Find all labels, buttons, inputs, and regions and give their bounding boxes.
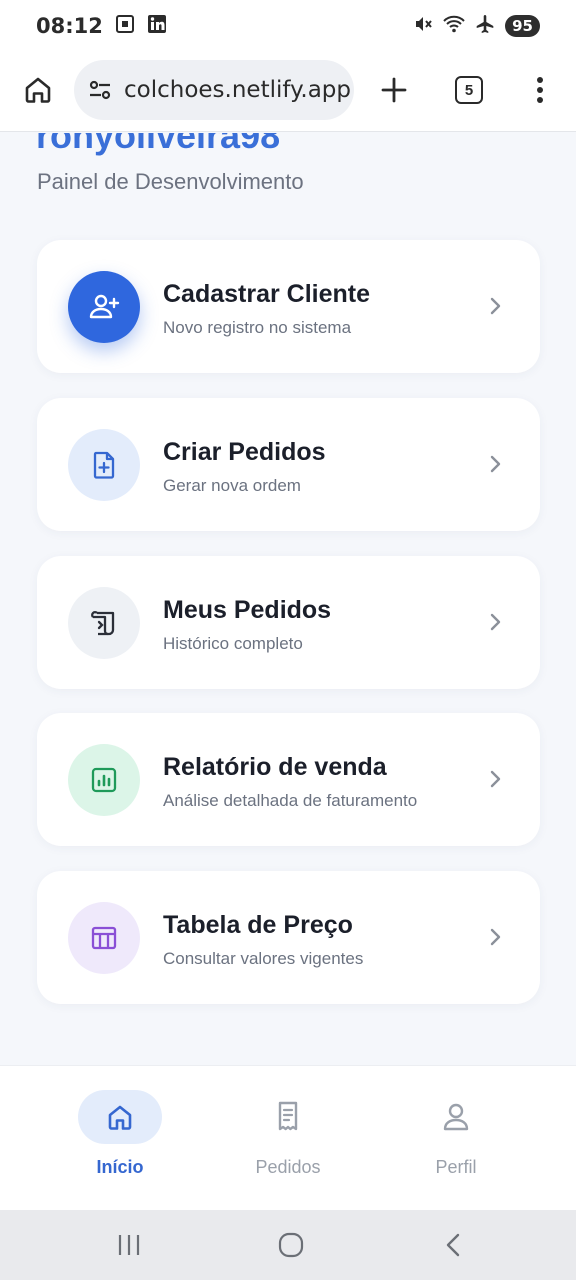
card-subtitle: Novo registro no sistema [163, 318, 352, 337]
status-time: 08:12 [36, 14, 103, 38]
card-title: Relatório de venda [163, 753, 387, 781]
battery-badge: 95 [505, 15, 540, 37]
card-subtitle: Análise detalhada de faturamento [163, 791, 418, 810]
card-meus-pedidos[interactable]: Meus Pedidos Histórico completo [37, 556, 540, 689]
receipt-icon [246, 1090, 330, 1144]
chevron-right-icon [487, 610, 503, 634]
chevron-right-icon [487, 925, 503, 949]
card-title: Meus Pedidos [163, 596, 332, 624]
scroll-icon [68, 587, 140, 659]
airplane-icon [475, 14, 495, 39]
home-icon [25, 77, 51, 103]
file-plus-icon [68, 429, 140, 501]
username-heading: ronyoliveira98 [36, 133, 281, 156]
card-tabela-de-preco[interactable]: Tabela de Preço Consultar valores vigent… [37, 871, 540, 1004]
system-back-button[interactable] [444, 1232, 462, 1263]
status-left: 08:12 [36, 14, 167, 39]
system-navigation-bar [0, 1210, 576, 1280]
table-icon [68, 902, 140, 974]
page-subtitle: Painel de Desenvolvimento [37, 169, 304, 194]
back-chevron-icon [446, 1233, 460, 1257]
card-criar-pedidos[interactable]: Criar Pedidos Gerar nova ordem [37, 398, 540, 531]
nav-item-perfil[interactable]: Perfil [396, 1090, 516, 1190]
address-bar[interactable]: colchoes.netlify.app [74, 60, 354, 120]
wifi-icon [443, 14, 465, 39]
chevron-right-icon [487, 767, 503, 791]
user-icon [414, 1090, 498, 1144]
recent-apps-icon [118, 1235, 140, 1255]
more-vert-icon [537, 77, 543, 103]
card-subtitle: Histórico completo [163, 634, 303, 653]
card-subtitle: Gerar nova ordem [163, 476, 301, 495]
bottom-navigation: Início Pedidos Perfil [0, 1065, 576, 1210]
nav-item-inicio[interactable]: Início [60, 1090, 180, 1190]
plus-icon [381, 77, 407, 103]
url-text: colchoes.netlify.app [124, 77, 352, 103]
system-home-button[interactable] [278, 1232, 304, 1263]
nav-label: Início [96, 1157, 144, 1177]
card-relatorio-de-venda[interactable]: Relatório de venda Análise detalhada de … [37, 713, 540, 846]
status-right: 95 [413, 14, 540, 39]
card-title: Cadastrar Cliente [163, 280, 371, 308]
tab-switcher-button[interactable]: 5 [455, 76, 483, 104]
nav-label: Pedidos [255, 1157, 321, 1177]
nav-label: Perfil [435, 1157, 477, 1177]
browser-menu-button[interactable] [528, 70, 552, 110]
card-title: Tabela de Preço [163, 911, 353, 939]
bar-chart-icon [68, 744, 140, 816]
screenshot-icon [115, 14, 135, 39]
browser-home-button[interactable] [18, 70, 58, 110]
chevron-right-icon [487, 452, 503, 476]
nav-item-pedidos[interactable]: Pedidos [228, 1090, 348, 1190]
site-settings-icon[interactable] [86, 76, 114, 104]
circle-home-icon [278, 1232, 304, 1258]
linkedin-icon [147, 14, 167, 39]
mute-icon [413, 14, 433, 39]
card-title: Criar Pedidos [163, 438, 326, 466]
recent-apps-button[interactable] [116, 1233, 142, 1262]
main-content[interactable]: ronyoliveira98 Painel de Desenvolvimento… [0, 133, 576, 1065]
new-tab-button[interactable] [374, 70, 414, 110]
user-plus-icon [68, 271, 140, 343]
status-bar: 08:12 95 [0, 0, 576, 52]
chevron-right-icon [487, 294, 503, 318]
home-icon [78, 1090, 162, 1144]
card-cadastrar-cliente[interactable]: Cadastrar Cliente Novo registro no siste… [37, 240, 540, 373]
browser-toolbar: colchoes.netlify.app 5 [0, 52, 576, 132]
card-subtitle: Consultar valores vigentes [163, 949, 364, 968]
